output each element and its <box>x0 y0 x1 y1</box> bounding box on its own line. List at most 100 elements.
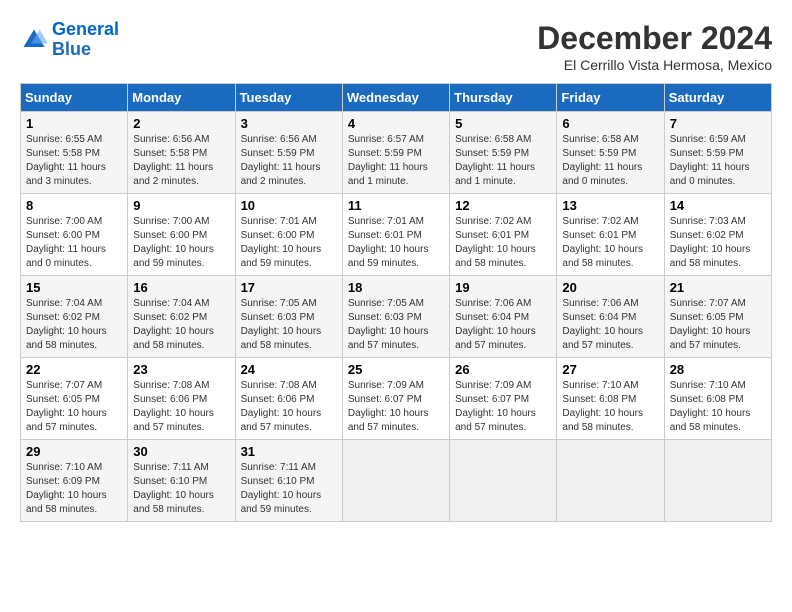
day-info: Sunrise: 7:10 AM Sunset: 6:08 PM Dayligh… <box>670 379 766 435</box>
calendar-cell <box>664 440 771 522</box>
day-number: 19 <box>455 280 551 295</box>
sunset-label: Sunset: 6:00 PM <box>26 230 100 241</box>
sunset-label: Sunset: 6:08 PM <box>562 394 636 405</box>
daylight-label: Daylight: 10 hours and 58 minutes. <box>455 244 536 269</box>
sunrise-label: Sunrise: 7:02 AM <box>455 216 531 227</box>
title-area: December 2024 El Cerrillo Vista Hermosa,… <box>537 20 772 73</box>
day-info: Sunrise: 6:58 AM Sunset: 5:59 PM Dayligh… <box>562 133 658 189</box>
day-info: Sunrise: 6:58 AM Sunset: 5:59 PM Dayligh… <box>455 133 551 189</box>
day-number: 30 <box>133 444 229 459</box>
sunset-label: Sunset: 5:59 PM <box>670 148 744 159</box>
calendar-week-3: 15 Sunrise: 7:04 AM Sunset: 6:02 PM Dayl… <box>21 276 772 358</box>
daylight-label: Daylight: 10 hours and 57 minutes. <box>241 408 322 433</box>
sunset-label: Sunset: 6:07 PM <box>348 394 422 405</box>
calendar-cell: 27 Sunrise: 7:10 AM Sunset: 6:08 PM Dayl… <box>557 358 664 440</box>
sunset-label: Sunset: 6:00 PM <box>133 230 207 241</box>
day-info: Sunrise: 7:09 AM Sunset: 6:07 PM Dayligh… <box>455 379 551 435</box>
day-info: Sunrise: 7:00 AM Sunset: 6:00 PM Dayligh… <box>133 215 229 271</box>
logo-line1: General <box>52 19 119 39</box>
sunset-label: Sunset: 6:05 PM <box>670 312 744 323</box>
day-info: Sunrise: 7:11 AM Sunset: 6:10 PM Dayligh… <box>241 461 337 517</box>
day-info: Sunrise: 7:08 AM Sunset: 6:06 PM Dayligh… <box>241 379 337 435</box>
weekday-header-saturday: Saturday <box>664 84 771 112</box>
daylight-label: Daylight: 11 hours and 0 minutes. <box>670 162 750 187</box>
calendar-week-1: 1 Sunrise: 6:55 AM Sunset: 5:58 PM Dayli… <box>21 112 772 194</box>
calendar-cell: 2 Sunrise: 6:56 AM Sunset: 5:58 PM Dayli… <box>128 112 235 194</box>
sunrise-label: Sunrise: 7:04 AM <box>26 298 102 309</box>
calendar-cell: 22 Sunrise: 7:07 AM Sunset: 6:05 PM Dayl… <box>21 358 128 440</box>
calendar-cell: 14 Sunrise: 7:03 AM Sunset: 6:02 PM Dayl… <box>664 194 771 276</box>
sunrise-label: Sunrise: 7:06 AM <box>455 298 531 309</box>
day-number: 4 <box>348 116 444 131</box>
day-info: Sunrise: 7:04 AM Sunset: 6:02 PM Dayligh… <box>133 297 229 353</box>
day-info: Sunrise: 7:06 AM Sunset: 6:04 PM Dayligh… <box>562 297 658 353</box>
sunrise-label: Sunrise: 6:56 AM <box>241 134 317 145</box>
calendar-cell: 1 Sunrise: 6:55 AM Sunset: 5:58 PM Dayli… <box>21 112 128 194</box>
weekday-header-thursday: Thursday <box>450 84 557 112</box>
calendar-cell: 28 Sunrise: 7:10 AM Sunset: 6:08 PM Dayl… <box>664 358 771 440</box>
calendar-table: SundayMondayTuesdayWednesdayThursdayFrid… <box>20 83 772 522</box>
day-number: 15 <box>26 280 122 295</box>
sunset-label: Sunset: 6:00 PM <box>241 230 315 241</box>
calendar-cell: 12 Sunrise: 7:02 AM Sunset: 6:01 PM Dayl… <box>450 194 557 276</box>
sunrise-label: Sunrise: 6:58 AM <box>455 134 531 145</box>
sunrise-label: Sunrise: 7:07 AM <box>26 380 102 391</box>
daylight-label: Daylight: 11 hours and 0 minutes. <box>562 162 642 187</box>
day-number: 9 <box>133 198 229 213</box>
sunrise-label: Sunrise: 7:01 AM <box>348 216 424 227</box>
calendar-cell: 30 Sunrise: 7:11 AM Sunset: 6:10 PM Dayl… <box>128 440 235 522</box>
calendar-cell: 18 Sunrise: 7:05 AM Sunset: 6:03 PM Dayl… <box>342 276 449 358</box>
weekday-header-tuesday: Tuesday <box>235 84 342 112</box>
sunrise-label: Sunrise: 7:09 AM <box>348 380 424 391</box>
day-number: 24 <box>241 362 337 377</box>
day-info: Sunrise: 7:02 AM Sunset: 6:01 PM Dayligh… <box>455 215 551 271</box>
sunrise-label: Sunrise: 7:09 AM <box>455 380 531 391</box>
calendar-cell <box>557 440 664 522</box>
day-info: Sunrise: 7:10 AM Sunset: 6:09 PM Dayligh… <box>26 461 122 517</box>
daylight-label: Daylight: 11 hours and 1 minute. <box>348 162 428 187</box>
weekday-header-wednesday: Wednesday <box>342 84 449 112</box>
sunset-label: Sunset: 5:58 PM <box>26 148 100 159</box>
calendar-cell: 11 Sunrise: 7:01 AM Sunset: 6:01 PM Dayl… <box>342 194 449 276</box>
daylight-label: Daylight: 10 hours and 57 minutes. <box>562 326 643 351</box>
daylight-label: Daylight: 10 hours and 58 minutes. <box>26 490 107 515</box>
daylight-label: Daylight: 10 hours and 58 minutes. <box>670 244 751 269</box>
day-number: 12 <box>455 198 551 213</box>
day-number: 20 <box>562 280 658 295</box>
daylight-label: Daylight: 10 hours and 57 minutes. <box>348 326 429 351</box>
sunset-label: Sunset: 6:02 PM <box>133 312 207 323</box>
daylight-label: Daylight: 11 hours and 2 minutes. <box>241 162 321 187</box>
logo-text: General Blue <box>52 20 119 60</box>
day-number: 16 <box>133 280 229 295</box>
daylight-label: Daylight: 10 hours and 57 minutes. <box>133 408 214 433</box>
calendar-cell: 23 Sunrise: 7:08 AM Sunset: 6:06 PM Dayl… <box>128 358 235 440</box>
weekday-header-monday: Monday <box>128 84 235 112</box>
daylight-label: Daylight: 11 hours and 3 minutes. <box>26 162 106 187</box>
day-info: Sunrise: 7:07 AM Sunset: 6:05 PM Dayligh… <box>670 297 766 353</box>
day-number: 25 <box>348 362 444 377</box>
day-number: 13 <box>562 198 658 213</box>
sunset-label: Sunset: 6:02 PM <box>670 230 744 241</box>
day-number: 1 <box>26 116 122 131</box>
day-info: Sunrise: 7:06 AM Sunset: 6:04 PM Dayligh… <box>455 297 551 353</box>
day-number: 23 <box>133 362 229 377</box>
daylight-label: Daylight: 10 hours and 58 minutes. <box>26 326 107 351</box>
sunset-label: Sunset: 6:04 PM <box>562 312 636 323</box>
sunset-label: Sunset: 6:07 PM <box>455 394 529 405</box>
daylight-label: Daylight: 10 hours and 58 minutes. <box>562 244 643 269</box>
calendar-cell <box>450 440 557 522</box>
calendar-cell <box>342 440 449 522</box>
daylight-label: Daylight: 10 hours and 57 minutes. <box>455 408 536 433</box>
sunset-label: Sunset: 6:05 PM <box>26 394 100 405</box>
daylight-label: Daylight: 10 hours and 59 minutes. <box>348 244 429 269</box>
sunrise-label: Sunrise: 7:01 AM <box>241 216 317 227</box>
daylight-label: Daylight: 10 hours and 57 minutes. <box>670 326 751 351</box>
calendar-cell: 31 Sunrise: 7:11 AM Sunset: 6:10 PM Dayl… <box>235 440 342 522</box>
sunset-label: Sunset: 6:09 PM <box>26 476 100 487</box>
day-info: Sunrise: 7:05 AM Sunset: 6:03 PM Dayligh… <box>241 297 337 353</box>
daylight-label: Daylight: 10 hours and 57 minutes. <box>348 408 429 433</box>
logo: General Blue <box>20 20 119 60</box>
calendar-cell: 10 Sunrise: 7:01 AM Sunset: 6:00 PM Dayl… <box>235 194 342 276</box>
calendar-cell: 25 Sunrise: 7:09 AM Sunset: 6:07 PM Dayl… <box>342 358 449 440</box>
sunrise-label: Sunrise: 6:58 AM <box>562 134 638 145</box>
